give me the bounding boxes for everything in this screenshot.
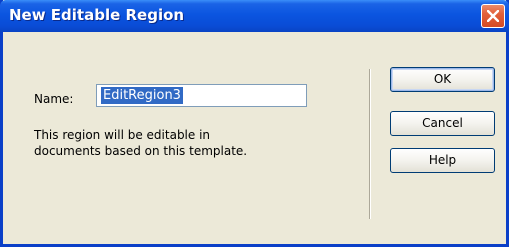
name-input[interactable]: EditRegion3 [96,84,307,107]
help-button[interactable]: Help [390,148,495,173]
description-text: This region will be editable in document… [34,127,247,159]
name-input-value: EditRegion3 [101,87,183,104]
cancel-button[interactable]: Cancel [390,111,495,136]
description-line-2: documents based on this template. [34,144,248,158]
description-line-1: This region will be editable in [34,128,211,142]
vertical-divider [369,69,370,219]
ok-button[interactable]: OK [390,67,495,92]
name-label: Name: [34,92,74,106]
close-button[interactable] [481,4,505,28]
title-bar[interactable]: New Editable Region [0,0,509,32]
dialog-title: New Editable Region [9,6,185,24]
close-icon [487,10,499,22]
